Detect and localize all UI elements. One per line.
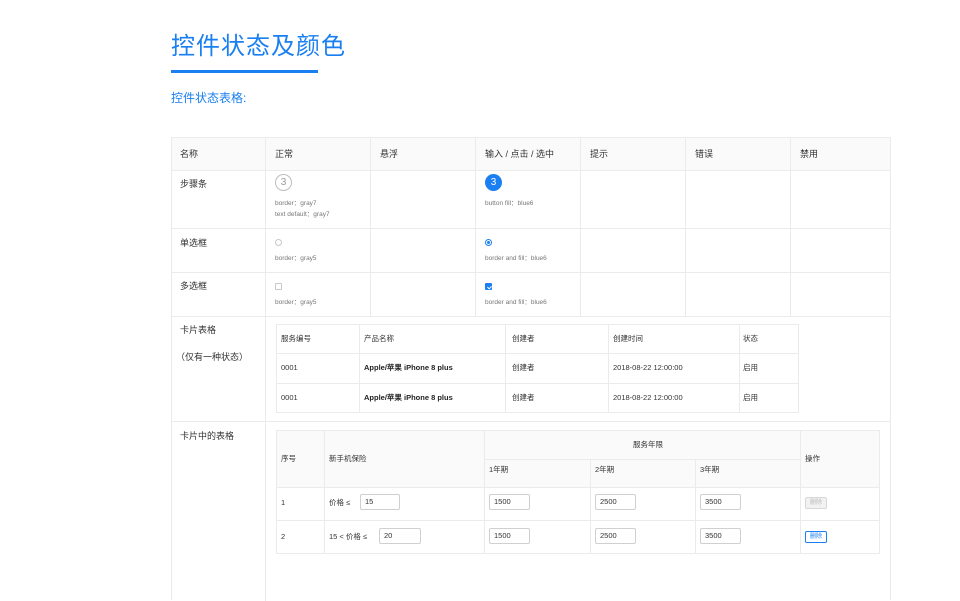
card-table-cell: 启用 <box>743 363 758 372</box>
price-input[interactable]: 1500 <box>489 528 530 544</box>
card-table-divider <box>277 383 798 384</box>
price-input[interactable]: 3500 <box>700 528 741 544</box>
inner-table-divider <box>324 431 325 553</box>
grid-divider <box>172 170 890 171</box>
inner-table-index: 1 <box>281 498 286 507</box>
radio-selected[interactable] <box>485 239 492 246</box>
card-table-header: 服务编号 <box>281 334 311 343</box>
card-table-cell: Apple/苹果 iPhone 8 plus <box>364 393 453 402</box>
card-table-header: 状态 <box>743 334 758 343</box>
row-label-radio: 单选框 <box>180 238 208 248</box>
row-label-table-in-card: 卡片中的表格 <box>180 431 235 441</box>
checkbox-normal-note: border：gray5 <box>275 299 317 306</box>
inner-table-divider <box>277 487 879 488</box>
inner-table-divider <box>277 520 879 521</box>
grid-divider <box>580 138 581 316</box>
grid-divider <box>790 138 791 316</box>
card-table-header: 创建时间 <box>613 334 643 343</box>
card-table: 服务编号 产品名称 创建者 创建时间 状态 0001 Apple/苹果 iPho… <box>276 324 799 413</box>
price-input[interactable]: 2500 <box>595 494 636 510</box>
card-table-cell: 0001 <box>281 393 298 402</box>
condition-value-input[interactable]: 15 <box>360 494 400 510</box>
inner-table-header-action: 操作 <box>805 454 820 463</box>
inner-table-index: 2 <box>281 532 286 541</box>
header-hint: 提示 <box>590 149 609 159</box>
inner-table-divider <box>484 431 485 553</box>
radio-selected-note: border and fill：blue6 <box>485 255 547 262</box>
inner-table-header-year: 3年期 <box>700 465 720 474</box>
inner-table: 序号 新手机保险 服务年限 1年期 2年期 3年期 操作 1 价格 ≤ 15 1… <box>276 430 880 554</box>
inner-table-condition: 价格 ≤ <box>329 498 351 507</box>
delete-button-disabled[interactable]: 删除 <box>805 497 827 509</box>
page-title: 控件状态及颜色 <box>171 33 346 60</box>
card-table-divider <box>608 325 609 412</box>
card-table-cell: 0001 <box>281 363 298 372</box>
checkbox-checked[interactable] <box>485 283 492 290</box>
section-label: 控件状态表格: <box>171 91 247 105</box>
header-active: 输入 / 点击 / 选中 <box>485 149 555 159</box>
grid-divider <box>172 421 890 422</box>
card-table-header: 创建者 <box>512 334 535 343</box>
grid-divider <box>475 138 476 316</box>
inner-table-header-group: 服务年限 <box>633 440 663 449</box>
delete-button[interactable]: 删除 <box>805 531 827 543</box>
title-underline <box>171 70 318 73</box>
inner-table-divider <box>800 431 801 553</box>
card-table-cell: 2018-08-22 12:00:00 <box>613 363 683 372</box>
card-table-header: 产品名称 <box>364 334 394 343</box>
grid-divider <box>265 138 266 601</box>
inner-table-header-year: 1年期 <box>489 465 509 474</box>
stepper-normal[interactable]: 3 <box>275 174 292 191</box>
radio-normal-note: border：gray5 <box>275 255 317 262</box>
card-table-divider <box>359 325 360 412</box>
condition-value-input[interactable]: 20 <box>379 528 421 544</box>
inner-table-header-year: 2年期 <box>595 465 615 474</box>
header-disabled: 禁用 <box>800 149 819 159</box>
inner-table-divider <box>590 459 591 553</box>
grid-divider <box>172 316 890 317</box>
inner-table-header-insurance: 新手机保险 <box>329 454 367 463</box>
card-table-cell: 启用 <box>743 393 758 402</box>
inner-table-divider <box>484 459 800 460</box>
card-table-cell: 2018-08-22 12:00:00 <box>613 393 683 402</box>
card-table-cell: Apple/苹果 iPhone 8 plus <box>364 363 453 372</box>
grid-divider <box>685 138 686 316</box>
header-normal: 正常 <box>275 149 294 159</box>
grid-divider <box>172 228 890 229</box>
card-table-divider <box>277 353 798 354</box>
inner-table-header-index: 序号 <box>281 454 296 463</box>
inner-table-divider <box>695 459 696 553</box>
stepper-active-note: button fill：blue6 <box>485 200 534 207</box>
card-table-divider <box>505 325 506 412</box>
stepper-normal-note: text default：gray7 <box>275 211 330 218</box>
row-sublabel-card-table: （仅有一种状态） <box>176 352 249 362</box>
row-label-stepper: 步骤条 <box>180 179 208 189</box>
grid-divider <box>370 138 371 316</box>
inner-table-condition: 15 < 价格 ≤ <box>329 532 368 541</box>
row-label-card-table: 卡片表格 <box>180 325 217 335</box>
row-label-checkbox: 多选框 <box>180 281 208 291</box>
card-table-cell: 创建者 <box>512 363 535 372</box>
grid-divider <box>172 272 890 273</box>
price-input[interactable]: 3500 <box>700 494 741 510</box>
price-input[interactable]: 2500 <box>595 528 636 544</box>
header-hover: 悬浮 <box>380 149 399 159</box>
header-name: 名称 <box>180 149 199 159</box>
stepper-normal-note: border：gray7 <box>275 200 317 207</box>
radio-normal[interactable] <box>275 239 282 246</box>
price-input[interactable]: 1500 <box>489 494 530 510</box>
card-table-divider <box>739 325 740 412</box>
stepper-active[interactable]: 3 <box>485 174 502 191</box>
header-error: 错误 <box>695 149 714 159</box>
card-table-cell: 创建者 <box>512 393 535 402</box>
checkbox-normal[interactable] <box>275 283 282 290</box>
checkbox-checked-note: border and fill：blue6 <box>485 299 547 306</box>
